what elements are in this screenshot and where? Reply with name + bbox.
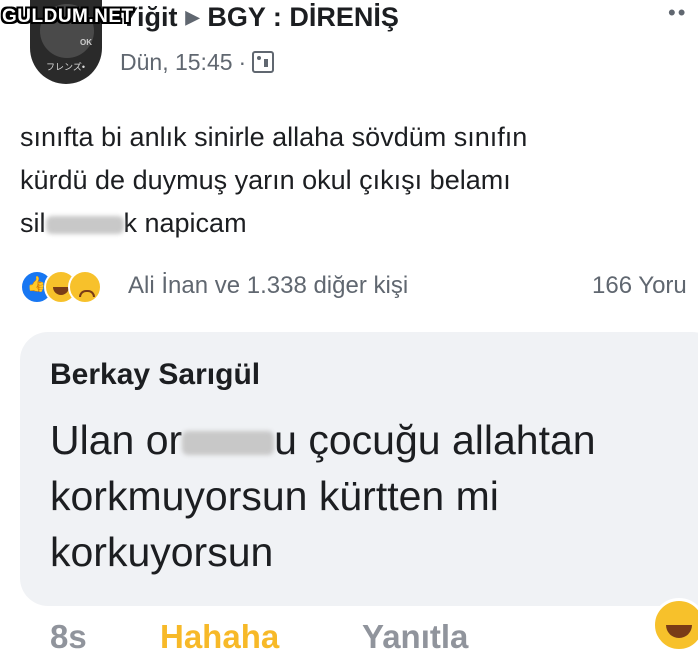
reply-button[interactable]: Yanıtla bbox=[362, 618, 468, 656]
reaction-summary[interactable]: Ali İnan ve 1.338 diğer kişi bbox=[128, 272, 408, 300]
comment-count[interactable]: 166 Yoru bbox=[592, 272, 687, 300]
comment-line: korkmuyorsun kürtten mi bbox=[50, 473, 499, 519]
post-text: sınıfta bi anlık sinirle allaha sövdüm s… bbox=[20, 116, 680, 245]
arrow-right-icon: ▶ bbox=[185, 7, 200, 27]
post-line-start: sil bbox=[20, 208, 46, 238]
meta-separator: · bbox=[238, 49, 247, 75]
comment-line: Ulan or u çocuğu allahtan bbox=[50, 412, 690, 468]
sad-icon bbox=[68, 270, 102, 304]
haha-reaction-button[interactable]: Hahaha bbox=[160, 618, 279, 656]
censor-blur bbox=[182, 431, 275, 456]
post-timestamp[interactable]: Dün, 15:45 bbox=[120, 49, 233, 75]
avatar-badge: OK bbox=[80, 38, 92, 47]
comment-line-start: Ulan or bbox=[50, 417, 183, 463]
comment-line-end: u çocuğu allahtan bbox=[274, 417, 596, 463]
comment-text: Ulan or u çocuğu allahtan korkmuyorsun kü… bbox=[50, 412, 690, 580]
comment-author[interactable]: Berkay Sarıgül bbox=[50, 358, 260, 392]
censor-blur bbox=[45, 215, 124, 234]
group-icon bbox=[252, 51, 275, 73]
post-meta: Dün, 15:45 · bbox=[120, 48, 275, 76]
post-line: sil k napicam bbox=[20, 202, 680, 245]
comment-line: korkuyorsun bbox=[50, 529, 274, 575]
haha-icon[interactable] bbox=[652, 598, 698, 652]
watermark: GULDUM.NET bbox=[2, 6, 134, 27]
post-header: Yiğit ▶ BGY : DİRENİŞ bbox=[120, 2, 399, 33]
post-line: sınıfta bi anlık sinirle allaha sövdüm s… bbox=[20, 122, 528, 152]
more-dots-icon[interactable]: •• bbox=[668, 0, 687, 26]
post-line-end: k napicam bbox=[123, 208, 247, 238]
group-name[interactable]: BGY : DİRENİŞ bbox=[207, 2, 399, 32]
comment-time[interactable]: 8s bbox=[50, 618, 87, 656]
post-line: kürdü de duymuş yarın okul çıkışı belamı bbox=[20, 165, 511, 195]
avatar-tag: フレンズ• bbox=[46, 62, 85, 72]
